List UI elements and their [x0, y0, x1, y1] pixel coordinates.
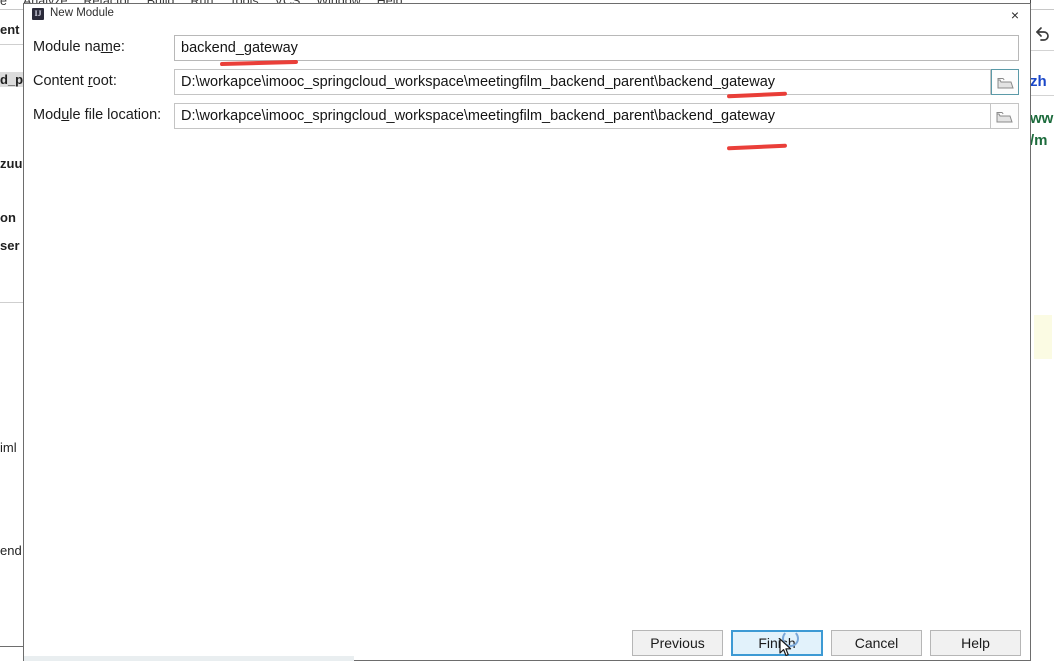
folder-icon — [997, 78, 1014, 89]
content-root-label: Content root: — [33, 73, 117, 89]
dialog-title-bar: IJ New Module × — [24, 4, 1030, 26]
previous-button[interactable]: Previous — [632, 630, 723, 656]
module-name-field-wrap — [174, 35, 1019, 61]
module-file-location-row: Module file location: — [24, 103, 1030, 129]
module-file-location-field-wrap — [174, 103, 1019, 129]
undo-arrow-icon[interactable] — [1032, 24, 1052, 44]
project-tree-divider-1 — [0, 302, 24, 303]
project-tree-panel[interactable]: ent d_p zuu on ser iml end — [0, 10, 25, 646]
folder-icon — [996, 112, 1013, 123]
project-tree-item-6[interactable]: end — [0, 543, 24, 558]
module-file-location-browse-button[interactable] — [991, 103, 1019, 129]
help-button[interactable]: Help — [930, 630, 1021, 656]
intellij-idea-icon: IJ — [32, 8, 44, 20]
screen-root: eAnalyzeRefactorBuildRunToolsVCSWindowHe… — [0, 0, 1054, 661]
right-strip-text-2: /m — [1030, 132, 1048, 149]
right-strip-divider-1 — [1030, 95, 1054, 96]
right-strip-text-0: zh — [1030, 73, 1047, 90]
new-module-dialog: IJ New Module × Module name: Content roo… — [23, 3, 1031, 661]
finish-button[interactable]: Finish — [731, 630, 823, 656]
right-strip-text-1: ww — [1030, 110, 1054, 127]
module-name-label: Module name: — [33, 39, 125, 55]
project-tree-bottom-border — [0, 646, 24, 647]
ide-status-bar-strip — [24, 656, 354, 661]
project-tree-item-5[interactable]: iml — [0, 440, 24, 455]
editor-right-strip: zh ww /m — [1030, 10, 1054, 661]
project-tree-item-3[interactable]: on — [0, 210, 24, 225]
content-root-browse-button[interactable] — [991, 69, 1019, 95]
content-root-row: Content root: — [24, 69, 1030, 95]
project-tree-item-0[interactable]: ent — [0, 22, 24, 37]
content-root-field-wrap — [174, 69, 1019, 95]
cancel-button[interactable]: Cancel — [831, 630, 922, 656]
project-tree-item-1[interactable]: d_p — [0, 72, 24, 87]
dialog-title: New Module — [50, 7, 114, 19]
module-name-row: Module name: — [24, 35, 1030, 61]
editor-highlight-marker — [1034, 315, 1052, 359]
content-root-input[interactable] — [174, 69, 991, 95]
module-file-location-input[interactable] — [174, 103, 991, 129]
module-file-location-label: Module file location: — [33, 107, 162, 123]
right-strip-divider-0 — [1030, 50, 1054, 51]
annotation-underline-module-name — [219, 59, 299, 67]
module-name-input[interactable] — [174, 35, 1019, 61]
close-icon[interactable]: × — [1004, 6, 1026, 24]
annotation-underline-module-file-location — [726, 143, 788, 151]
project-tree-item-4[interactable]: ser — [0, 238, 24, 253]
menu-item-0[interactable]: e — [0, 0, 7, 8]
project-tree-divider-0 — [0, 44, 24, 45]
project-tree-item-2[interactable]: zuu — [0, 156, 24, 171]
